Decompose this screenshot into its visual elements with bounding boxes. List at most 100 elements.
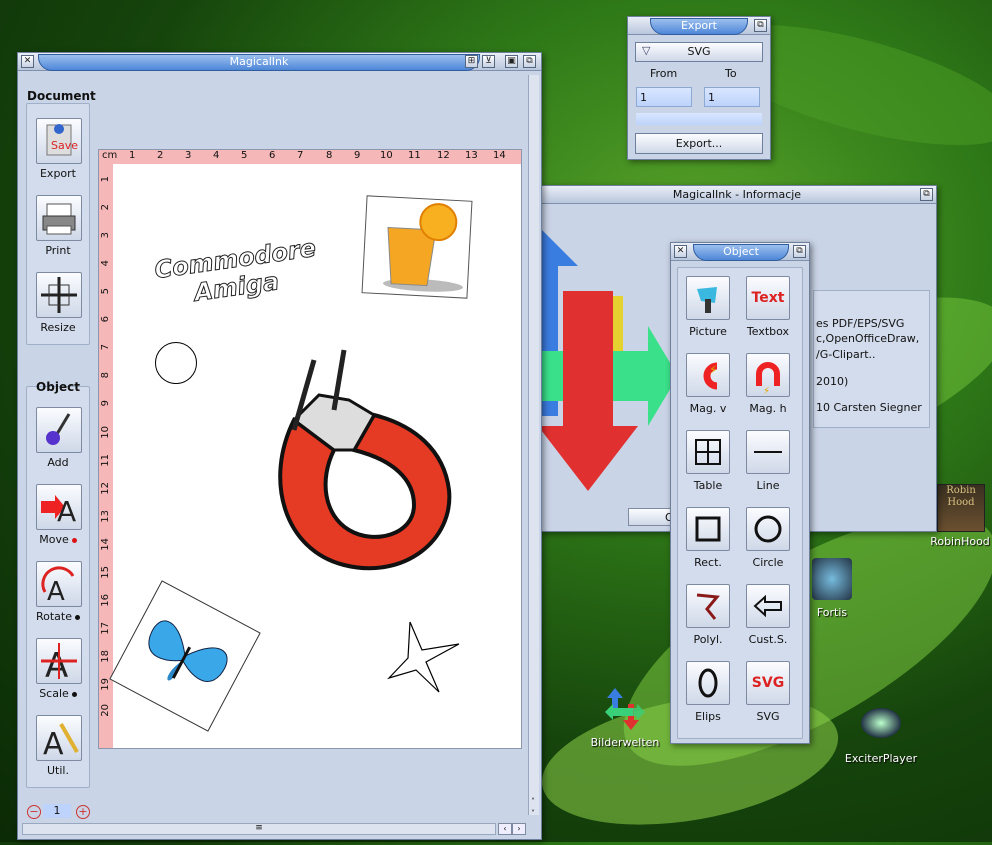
- polyline-icon: [696, 593, 720, 620]
- ruler-tick: 9: [100, 400, 111, 407]
- svg-text:A: A: [57, 495, 76, 528]
- canvas-butterfly-picture[interactable]: [109, 580, 261, 732]
- ruler-tick: 8: [326, 150, 333, 161]
- canvas-star-shape[interactable]: [384, 620, 464, 700]
- add-pen-icon: [46, 413, 71, 445]
- rectangle-button[interactable]: [686, 507, 730, 551]
- textbox-button[interactable]: Text: [746, 276, 790, 320]
- page-minus-button[interactable]: −: [27, 805, 41, 819]
- printer-icon: [42, 203, 76, 235]
- ruler-vertical: 1 2 3 4 5 6 7 8 9 10 11 12 13 14 15 16 1…: [99, 164, 113, 748]
- info-logo-arrows: [538, 226, 678, 491]
- ruler-tick: 2: [157, 150, 164, 161]
- custom-shape-label: Cust.S.: [748, 633, 788, 646]
- picture-button[interactable]: [686, 276, 730, 320]
- polyline-button[interactable]: [686, 584, 730, 628]
- rectangle-icon: [695, 516, 721, 542]
- custom-shape-button[interactable]: [746, 584, 790, 628]
- canvas-circle-shape[interactable]: [155, 342, 197, 384]
- magnet-vertical-button[interactable]: ⚡: [686, 353, 730, 397]
- horizontal-scrollbar[interactable]: ≡: [22, 823, 496, 835]
- iconify-icon[interactable]: ⊞: [465, 55, 478, 68]
- to-input[interactable]: 1: [704, 87, 760, 107]
- ruler-tick: 12: [100, 482, 111, 495]
- main-window-title: MagicalInk: [38, 54, 480, 71]
- format-cycle-button[interactable]: ▽ SVG: [635, 42, 763, 62]
- window-depth-icon[interactable]: ⧉: [523, 55, 536, 68]
- table-button[interactable]: [686, 430, 730, 474]
- close-icon[interactable]: ✕: [674, 245, 687, 258]
- object-window-titlebar[interactable]: ✕ Object ⧉: [671, 243, 809, 261]
- move-tool-button[interactable]: A: [36, 484, 82, 530]
- textbox-label: Textbox: [746, 325, 790, 338]
- ruler-tick: 13: [100, 510, 111, 523]
- ruler-tick: 7: [100, 344, 111, 351]
- window-depth-icon[interactable]: ⧉: [920, 188, 933, 201]
- rotate-status-dot: [75, 614, 80, 620]
- rotate-tool-label: Rotate: [23, 610, 93, 623]
- magnet-horizontal-icon: ⚡: [756, 362, 780, 397]
- document-toolbar: Document Save Export Print Resize: [26, 89, 96, 345]
- canvas-juice-picture[interactable]: [361, 195, 473, 299]
- resize-icon: [41, 277, 77, 313]
- ruler-horizontal: cm 1 2 3 4 5 6 7 8 9 10 11 12 13 14: [99, 150, 521, 164]
- ruler-tick: 1: [100, 176, 111, 183]
- line-button[interactable]: [746, 430, 790, 474]
- desktop-icon-label: ExciterPlayer: [844, 752, 918, 765]
- settings-icon[interactable]: ⊻: [482, 55, 495, 68]
- svg-text:Save: Save: [51, 139, 78, 152]
- rotate-tool-button[interactable]: A: [36, 561, 82, 607]
- vertical-scrollbar[interactable]: [528, 75, 539, 815]
- resize-tool-button[interactable]: [36, 272, 82, 318]
- object-group-label: Object: [36, 380, 80, 394]
- svg-button[interactable]: SVG: [746, 661, 790, 705]
- export-progress-bar: [636, 113, 762, 125]
- svg-text:⚡: ⚡: [763, 386, 770, 396]
- main-window: ✕ MagicalInk ⊞ ⊻ ▣ ⧉ Document Save Expor…: [17, 52, 542, 840]
- magnet-horizontal-button[interactable]: ⚡: [746, 353, 790, 397]
- canvas-area[interactable]: cm 1 2 3 4 5 6 7 8 9 10 11 12 13 14 1 2 …: [98, 149, 522, 749]
- rectangle-label: Rect.: [694, 556, 722, 569]
- desktop-icon-exciterplayer[interactable]: ExciterPlayer: [831, 706, 931, 776]
- scroll-left-arrow[interactable]: ‹: [498, 823, 512, 835]
- from-input[interactable]: 1: [636, 87, 692, 107]
- window-depth-icon[interactable]: ⧉: [793, 245, 806, 258]
- ruler-tick: 10: [380, 150, 393, 161]
- ellipse-button[interactable]: [686, 661, 730, 705]
- ellipse-icon: [698, 668, 718, 698]
- picture-icon: [697, 287, 717, 313]
- scroll-up-arrow[interactable]: ˄: [528, 797, 538, 807]
- desktop-icon-label: RobinHood: [930, 535, 990, 548]
- ruler-tick: 9: [354, 150, 361, 161]
- bilderwelten-arrows-icon: [605, 688, 645, 730]
- svg-label: SVG: [756, 710, 780, 723]
- page-plus-button[interactable]: +: [76, 805, 90, 819]
- info-window-titlebar[interactable]: MagicalInk - Informacje ⧉: [538, 186, 936, 204]
- export-button[interactable]: Export...: [635, 133, 763, 154]
- scroll-right-arrow[interactable]: ›: [512, 823, 526, 835]
- canvas-magnet-shape[interactable]: [254, 340, 474, 580]
- scroll-down-arrow[interactable]: ˅: [528, 809, 538, 819]
- util-tool-button[interactable]: A: [36, 715, 82, 762]
- desktop-icon-bilderwelten[interactable]: Bilderwelten: [575, 686, 675, 756]
- info-line: 2010): [816, 375, 849, 388]
- scale-tool-button[interactable]: A: [36, 638, 82, 686]
- ruler-tick: 13: [465, 150, 478, 161]
- orange-juice-icon: [383, 203, 463, 292]
- page-number-field[interactable]: 1: [43, 804, 71, 818]
- ellipse-label: Elips: [695, 710, 721, 723]
- main-window-titlebar[interactable]: ✕ MagicalInk ⊞ ⊻ ▣ ⧉: [18, 53, 541, 71]
- table-icon: [695, 439, 721, 465]
- window-depth-icon[interactable]: ⧉: [754, 19, 767, 32]
- print-tool-button[interactable]: [36, 195, 82, 241]
- close-icon[interactable]: ✕: [21, 55, 34, 68]
- move-tool-label: Move: [23, 533, 93, 546]
- save-export-icon: Save: [46, 124, 78, 156]
- zoom-icon[interactable]: ▣: [505, 55, 518, 68]
- circle-button[interactable]: [746, 507, 790, 551]
- export-window-titlebar[interactable]: Export ⧉: [628, 17, 770, 35]
- add-tool-button[interactable]: [36, 407, 82, 453]
- ruler-tick: 4: [213, 150, 220, 161]
- export-tool-button[interactable]: Save: [36, 118, 82, 164]
- document-group-label: Document: [27, 89, 96, 103]
